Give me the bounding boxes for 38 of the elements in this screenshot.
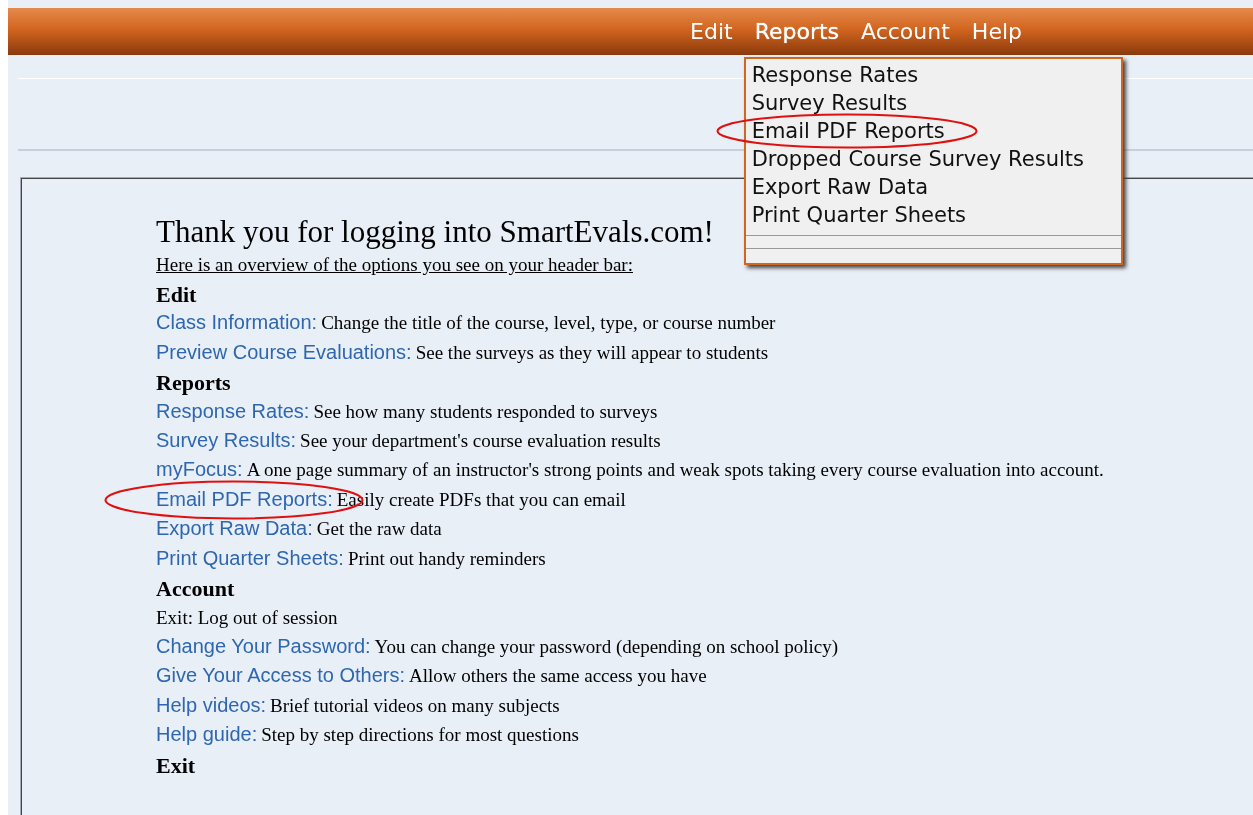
option-link[interactable]: Change Your Password: [156,634,371,657]
section-heading: Edit [156,281,198,309]
option-link[interactable]: Response Rates: [156,399,310,422]
description-text: See your department's course evaluation results [300,430,661,452]
section-heading: Exit [156,751,197,780]
description-text: See how many students responded to surveys [313,400,658,422]
option-link[interactable]: Export Raw Data: [156,517,313,540]
description-text: You can change your password (depending on school policy) [374,635,839,657]
option-link[interactable]: Help videos: [156,693,267,716]
option-link[interactable]: Class Information: [156,311,318,334]
description-text: Allow others the same access you have [409,665,707,687]
description-text: Step by step directions for most questions [261,724,579,746]
menu-item[interactable]: Reports [743,19,850,44]
description-text: Change the title of the course, level, type, or course number [321,312,776,334]
description-text: See the surveys as they will appear to students [415,341,769,363]
page-title: Thank you for logging into SmartEvals.com! [156,214,714,250]
menu-option[interactable]: Export Raw Data [751,175,929,199]
option-link[interactable]: Give Your Access to Others: [156,664,405,687]
option-link[interactable]: myFocus: [156,458,243,481]
section-heading: Account [156,575,236,604]
option-link[interactable]: Preview Course Evaluations: [156,340,412,363]
menu-item[interactable]: Help [960,19,1033,44]
menu-item[interactable]: Edit [679,19,744,44]
menu-option[interactable]: Survey Results [751,91,908,115]
description-text: Brief tutorial videos on many subjects [270,694,560,716]
overview-text: Here is an overview of the options you see on your header bar: [156,253,634,277]
menu-option[interactable]: Dropped Course Survey Results [751,147,1084,171]
description-text: Exit: Log out of session [156,606,339,631]
option-link[interactable]: Survey Results: [156,429,297,452]
menu-item[interactable]: Account [850,19,961,44]
description-text: Get the raw data [316,518,442,540]
option-link[interactable]: Print Quarter Sheets: [156,546,344,569]
menu-option[interactable]: Response Rates [751,63,919,87]
menu-option[interactable]: Print Quarter Sheets [751,203,967,227]
option-link[interactable]: Help guide: [156,723,258,746]
description-text: Print out handy reminders [347,547,546,569]
section-heading: Reports [156,369,232,398]
description-text: A one page summary of an instructor's strong points and weak spots taking every course evaluation into account. [246,459,1104,481]
